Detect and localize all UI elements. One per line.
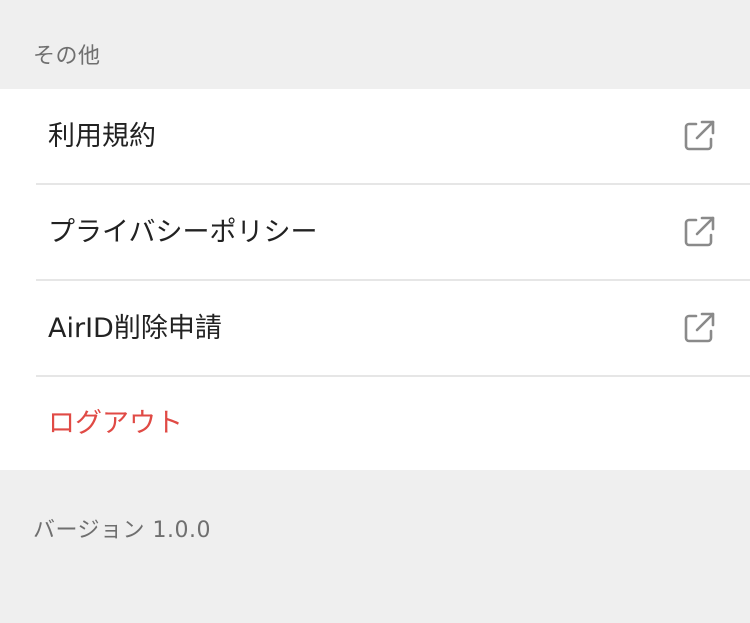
external-link-icon (682, 311, 716, 345)
logout-button[interactable]: ログアウト (36, 377, 750, 470)
menu-item-label: プライバシーポリシー (48, 216, 318, 248)
settings-screen: その他 利用規約 プライバシーポリシー AirID削除申請 ログアウト バージョ… (0, 0, 750, 623)
menu-item-airid-deletion[interactable]: AirID削除申請 (36, 281, 750, 377)
app-version: バージョン 1.0.0 (33, 518, 212, 543)
menu-item-label: 利用規約 (48, 120, 156, 152)
menu-item-privacy-policy[interactable]: プライバシーポリシー (36, 185, 750, 281)
logout-label: ログアウト (48, 408, 183, 439)
external-link-icon (682, 119, 716, 153)
section-header-other: その他 (33, 44, 101, 69)
menu-item-terms[interactable]: 利用規約 (36, 89, 750, 185)
menu-item-label: AirID削除申請 (48, 312, 222, 344)
menu-list: 利用規約 プライバシーポリシー AirID削除申請 ログアウト (0, 89, 750, 470)
external-link-icon (682, 215, 716, 249)
